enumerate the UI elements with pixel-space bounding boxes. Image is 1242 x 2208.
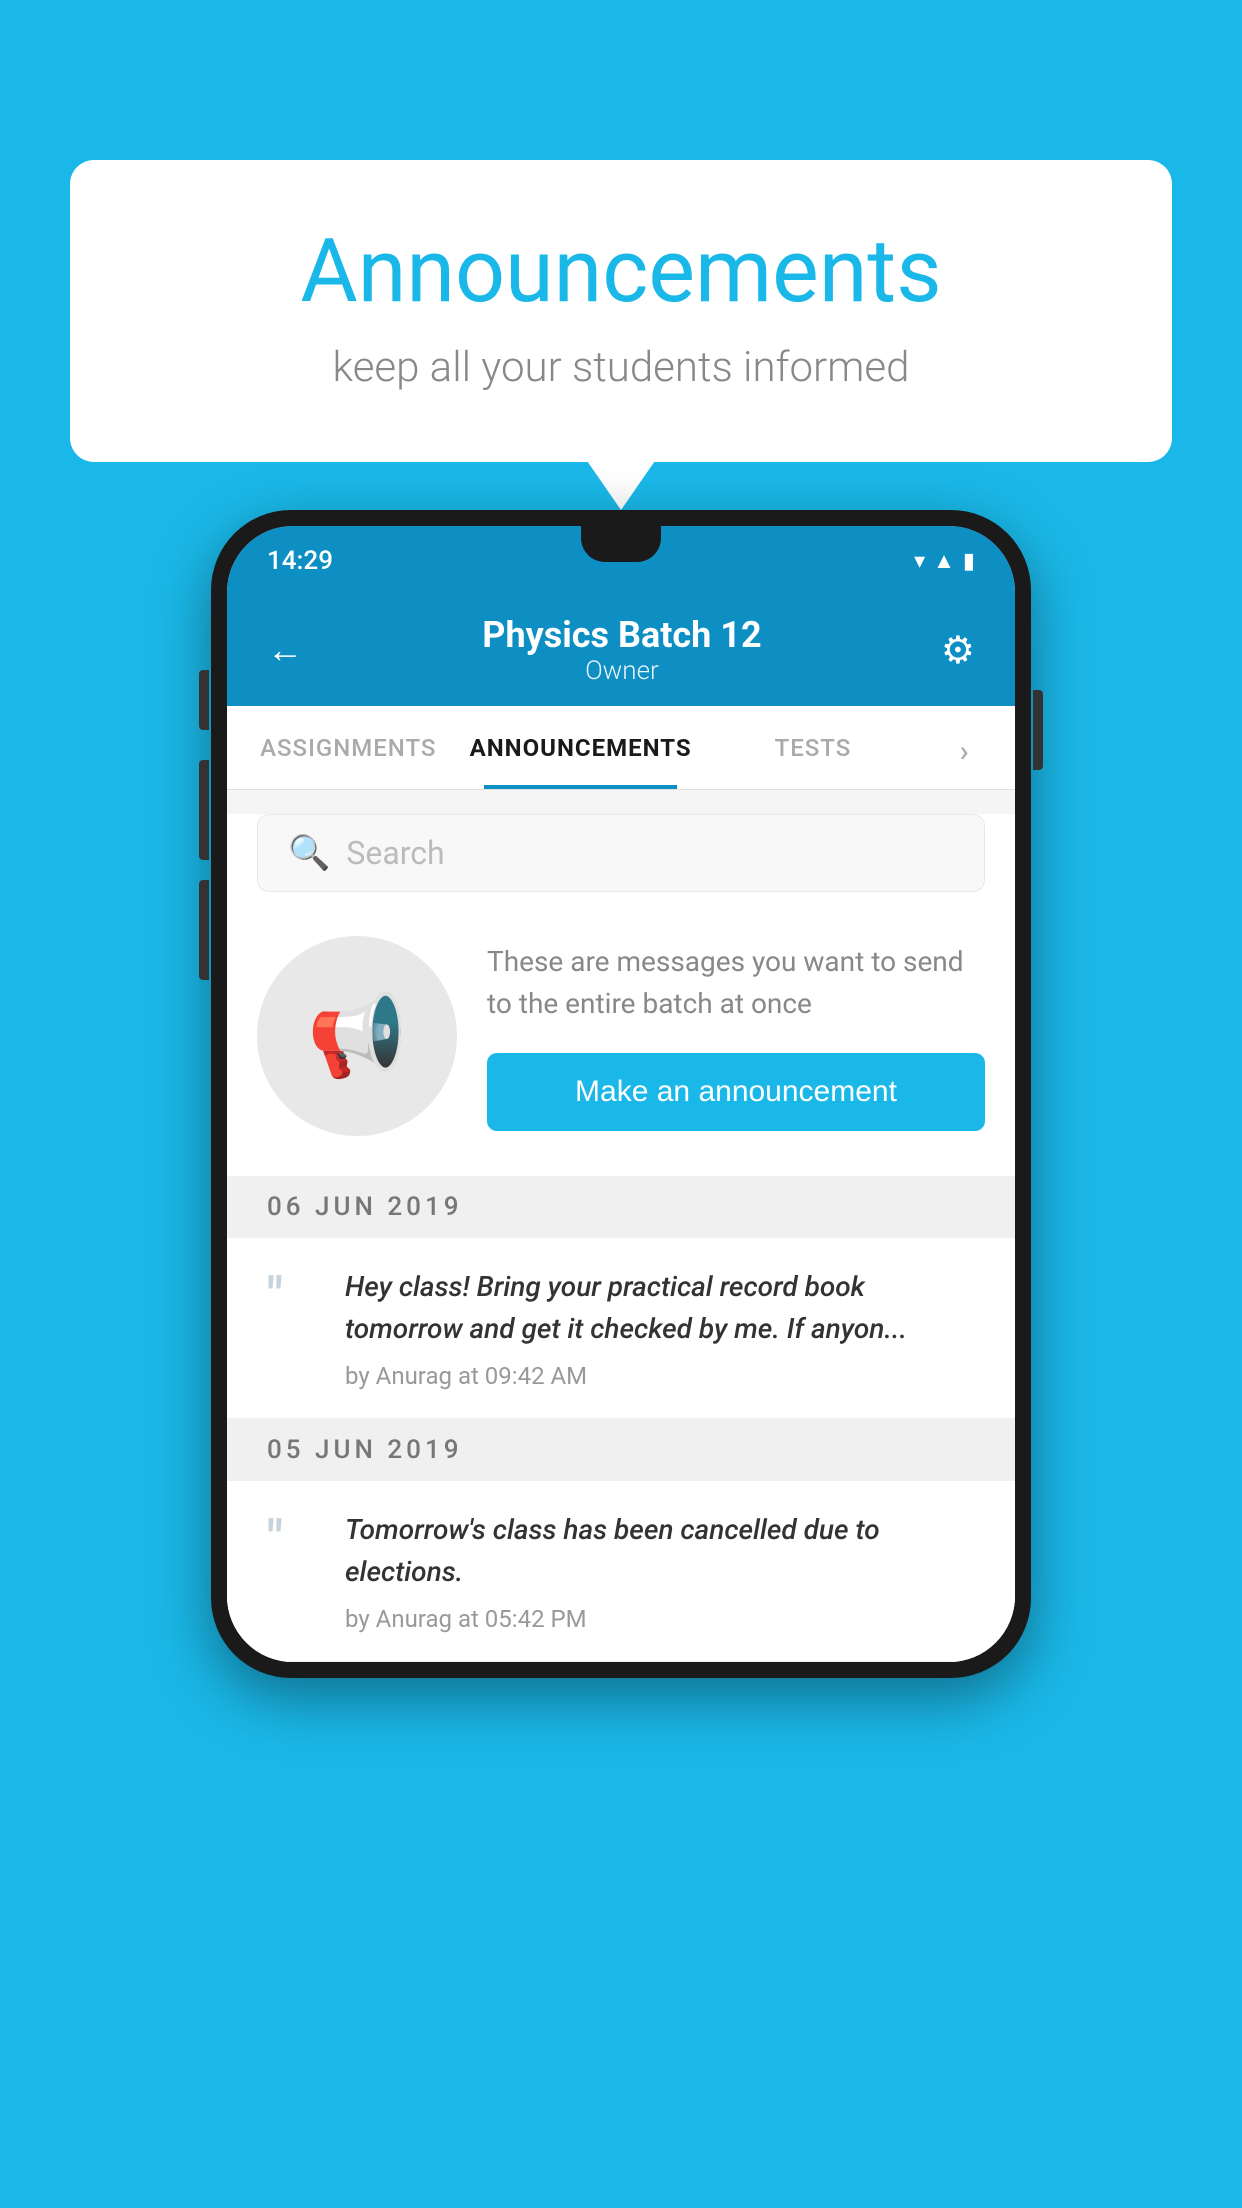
search-placeholder: Search <box>346 834 444 872</box>
tabs-bar: ASSIGNMENTS ANNOUNCEMENTS TESTS › <box>227 706 1015 790</box>
app-header: ← Physics Batch 12 Owner ⚙ <box>227 596 1015 706</box>
wifi-icon: ▾ <box>914 549 925 574</box>
settings-icon[interactable]: ⚙ <box>941 628 975 673</box>
tab-assignments[interactable]: ASSIGNMENTS <box>237 706 460 789</box>
power-button <box>1033 690 1043 770</box>
battery-icon: ▮ <box>963 549 975 574</box>
tab-more[interactable]: › <box>924 706 1005 789</box>
announcement-meta-1: by Anurag at 09:42 AM <box>345 1362 975 1390</box>
bubble-title: Announcements <box>150 220 1092 323</box>
megaphone-circle: 📢 <box>257 936 457 1136</box>
search-icon: 🔍 <box>288 833 330 873</box>
announcement-item-2: " Tomorrow's class has been cancelled du… <box>227 1481 1015 1662</box>
tab-announcements[interactable]: ANNOUNCEMENTS <box>460 706 702 789</box>
status-icons: ▾ ▲ ▮ <box>914 548 975 574</box>
phone-wrapper: 14:29 ▾ ▲ ▮ ← Physics Batch 12 Owner ⚙ <box>211 510 1031 1678</box>
volume-up-button <box>199 670 209 730</box>
announcement-content-1: Hey class! Bring your practical record b… <box>345 1266 975 1390</box>
announcement-intro: 📢 These are messages you want to send to… <box>227 916 1015 1176</box>
phone-screen: 14:29 ▾ ▲ ▮ ← Physics Batch 12 Owner ⚙ <box>227 526 1015 1662</box>
search-bar[interactable]: 🔍 Search <box>257 814 985 892</box>
phone-outer: 14:29 ▾ ▲ ▮ ← Physics Batch 12 Owner ⚙ <box>211 510 1031 1678</box>
batch-title: Physics Batch 12 <box>482 614 761 656</box>
announcement-text-2: Tomorrow's class has been cancelled due … <box>345 1509 975 1593</box>
speech-bubble-container: Announcements keep all your students inf… <box>70 160 1172 462</box>
batch-subtitle: Owner <box>482 656 761 686</box>
volume-down-button <box>199 760 209 860</box>
phone-notch <box>581 526 661 562</box>
header-title-section: Physics Batch 12 Owner <box>482 614 761 686</box>
speech-bubble: Announcements keep all your students inf… <box>70 160 1172 462</box>
announcement-meta-2: by Anurag at 05:42 PM <box>345 1605 975 1633</box>
back-button[interactable]: ← <box>267 629 303 671</box>
tab-tests[interactable]: TESTS <box>702 706 925 789</box>
status-bar: 14:29 ▾ ▲ ▮ <box>227 526 1015 596</box>
date-separator-2: 05 JUN 2019 <box>227 1419 1015 1481</box>
signal-icon: ▲ <box>933 548 955 574</box>
date-separator-1: 06 JUN 2019 <box>227 1176 1015 1238</box>
announcement-item-1: " Hey class! Bring your practical record… <box>227 1238 1015 1419</box>
make-announcement-button[interactable]: Make an announcement <box>487 1053 985 1131</box>
bubble-subtitle: keep all your students informed <box>150 343 1092 392</box>
content-area: 🔍 Search 📢 These are messages you want t… <box>227 814 1015 1662</box>
intro-description: These are messages you want to send to t… <box>487 941 985 1025</box>
status-time: 14:29 <box>267 546 333 576</box>
quote-icon-2: " <box>267 1515 317 1565</box>
silent-button <box>199 880 209 980</box>
intro-right: These are messages you want to send to t… <box>487 941 985 1131</box>
megaphone-icon: 📢 <box>307 989 407 1083</box>
announcement-content-2: Tomorrow's class has been cancelled due … <box>345 1509 975 1633</box>
quote-icon-1: " <box>267 1272 317 1322</box>
announcement-text-1: Hey class! Bring your practical record b… <box>345 1266 975 1350</box>
